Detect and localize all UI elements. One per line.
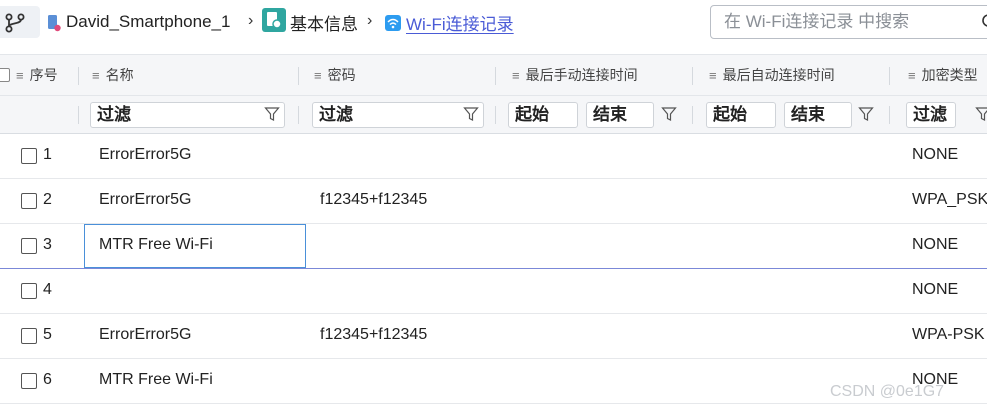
basic-info-icon — [262, 8, 286, 32]
cell-name[interactable]: MTR Free Wi-Fi — [99, 371, 213, 389]
manual-time-end-input[interactable] — [586, 102, 654, 128]
phone-icon — [48, 15, 61, 32]
table-row[interactable]: 2 ErrorError5G f12345+f12345 WPA_PSK — [0, 179, 987, 224]
table-row[interactable]: 5 ErrorError5G f12345+f12345 WPA-PSK — [0, 314, 987, 359]
table-row[interactable]: 4 NONE — [0, 269, 987, 314]
search-box[interactable] — [710, 5, 987, 39]
column-menu-icon[interactable]: ≡ — [709, 68, 717, 83]
row-checkbox[interactable] — [21, 283, 37, 299]
cell-name[interactable]: ErrorError5G — [99, 326, 191, 344]
row-index: 6 — [43, 371, 52, 388]
column-divider — [889, 106, 890, 124]
cell-encryption[interactable]: WPA_PSK — [912, 191, 987, 209]
row-index: 2 — [43, 191, 52, 208]
row-index: 1 — [43, 146, 52, 163]
wifi-icon — [385, 15, 401, 31]
column-header-last-auto-time[interactable]: ≡ 最后自动连接时间 — [709, 55, 835, 95]
column-menu-icon[interactable]: ≡ — [92, 68, 100, 83]
row-checkbox[interactable] — [21, 148, 37, 164]
column-header-index[interactable]: ≡ 序号 — [16, 55, 58, 95]
cell-name[interactable]: MTR Free Wi-Fi — [99, 236, 213, 254]
filter-icon[interactable] — [975, 106, 987, 122]
select-all-checkbox[interactable] — [0, 68, 10, 82]
filter-icon[interactable] — [858, 106, 874, 122]
column-header-encryption[interactable]: ≡ 加密类型 — [908, 55, 978, 95]
cell-encryption[interactable]: NONE — [912, 281, 958, 299]
column-menu-icon[interactable]: ≡ — [908, 68, 916, 83]
column-divider[interactable] — [692, 67, 693, 85]
column-divider — [78, 106, 79, 124]
row-checkbox[interactable] — [21, 373, 37, 389]
auto-time-end-input[interactable] — [784, 102, 852, 128]
column-divider[interactable] — [298, 67, 299, 85]
branch-icon — [5, 13, 25, 33]
table-row[interactable]: 3 MTR Free Wi-Fi NONE — [0, 224, 987, 269]
column-divider — [298, 106, 299, 124]
column-divider[interactable] — [78, 67, 79, 85]
column-menu-icon[interactable]: ≡ — [314, 68, 322, 83]
breadcrumb-page[interactable]: Wi-Fi连接记录 — [406, 0, 514, 44]
column-menu-icon[interactable]: ≡ — [16, 68, 24, 83]
column-divider — [692, 106, 693, 124]
row-checkbox[interactable] — [21, 238, 37, 254]
password-filter-input[interactable] — [312, 102, 484, 128]
manual-time-start-input[interactable] — [508, 102, 578, 128]
filter-row — [0, 96, 987, 134]
breadcrumb-separator: › — [367, 12, 373, 29]
row-index: 5 — [43, 326, 52, 343]
column-divider[interactable] — [495, 67, 496, 85]
cell-name[interactable]: ErrorError5G — [99, 191, 191, 209]
column-divider[interactable] — [889, 67, 890, 85]
row-index: 3 — [43, 236, 52, 253]
table-row[interactable]: 1 ErrorError5G NONE — [0, 134, 987, 179]
cell-encryption[interactable]: NONE — [912, 146, 958, 164]
cell-encryption[interactable]: NONE — [912, 236, 958, 254]
cell-password[interactable]: f12345+f12345 — [320, 326, 427, 344]
breadcrumb-device[interactable]: David_Smartphone_1 — [66, 0, 230, 44]
cell-name[interactable]: ErrorError5G — [99, 146, 191, 164]
encryption-filter-input[interactable] — [906, 102, 956, 128]
filter-icon[interactable] — [264, 106, 280, 122]
column-header-last-manual-time[interactable]: ≡ 最后手动连接时间 — [512, 55, 638, 95]
top-bar: David_Smartphone_1 › 基本信息 › Wi-Fi连接记录 — [0, 0, 987, 44]
column-header-name[interactable]: ≡ 名称 — [92, 55, 134, 95]
column-menu-icon[interactable]: ≡ — [512, 68, 520, 83]
watermark: CSDN @0e1G7 — [830, 383, 945, 400]
auto-time-start-input[interactable] — [706, 102, 776, 128]
filter-icon[interactable] — [463, 106, 479, 122]
filter-icon[interactable] — [661, 106, 677, 122]
column-header-password[interactable]: ≡ 密码 — [314, 55, 356, 95]
cell-password[interactable]: f12345+f12345 — [320, 191, 427, 209]
row-checkbox[interactable] — [21, 193, 37, 209]
branch-button[interactable] — [0, 6, 40, 38]
column-divider — [495, 106, 496, 124]
search-icon[interactable] — [981, 13, 987, 31]
search-input[interactable] — [724, 10, 964, 34]
name-filter-input[interactable] — [90, 102, 285, 128]
row-index: 4 — [43, 281, 52, 298]
row-checkbox[interactable] — [21, 328, 37, 344]
breadcrumb-section[interactable]: 基本信息 — [290, 0, 358, 44]
breadcrumb-separator: › — [248, 12, 254, 29]
cell-encryption[interactable]: WPA-PSK — [912, 326, 985, 344]
table-header: ≡ 序号 ≡ 名称 ≡ 密码 ≡ 最后手动连接时间 ≡ 最后自动连接时间 ≡ 加密类型 — [0, 54, 987, 96]
